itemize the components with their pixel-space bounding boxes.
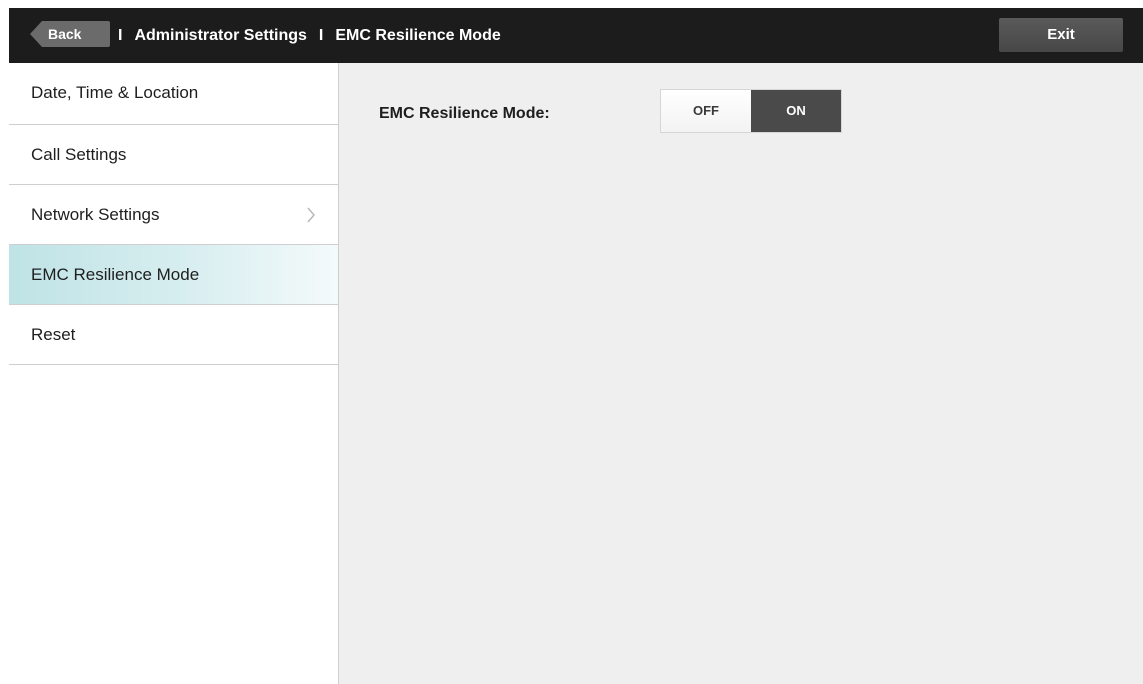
breadcrumb-separator: I	[318, 26, 324, 44]
back-button[interactable]: Back	[30, 21, 110, 47]
app-frame: Back I Administrator Settings I EMC Resi…	[9, 8, 1143, 684]
sidebar-item-label: Network Settings	[31, 204, 160, 224]
sidebar-item-label: Date, Time & Location	[31, 83, 199, 102]
sidebar-item-label: Reset	[31, 324, 76, 344]
breadcrumb: I Administrator Settings I EMC Resilienc…	[108, 8, 501, 63]
toggle-off-option[interactable]: OFF	[661, 90, 751, 132]
chevron-right-icon	[307, 207, 315, 222]
header-bar: Back I Administrator Settings I EMC Resi…	[9, 8, 1143, 63]
emc-resilience-mode-label: EMC Resilience Mode:	[379, 105, 550, 122]
sidebar: Date, Time & Location Call Settings Netw…	[9, 63, 339, 684]
breadcrumb-item-administrator-settings[interactable]: Administrator Settings	[134, 27, 306, 45]
breadcrumb-item-emc-resilience-mode: EMC Resilience Mode	[335, 26, 501, 44]
toggle-on-option[interactable]: ON	[751, 90, 841, 132]
emc-resilience-mode-toggle[interactable]: OFF ON	[661, 90, 841, 132]
breadcrumb-separator: I	[118, 26, 123, 44]
sidebar-item-emc-resilience-mode[interactable]: EMC Resilience Mode	[9, 245, 338, 305]
sidebar-item-call-settings[interactable]: Call Settings	[9, 125, 338, 185]
back-button-label: Back	[48, 26, 82, 42]
exit-button[interactable]: Exit	[999, 18, 1123, 52]
sidebar-item-reset[interactable]: Reset	[9, 305, 338, 365]
sidebar-item-date-time-location[interactable]: Date, Time & Location	[9, 63, 338, 125]
sidebar-item-label: EMC Resilience Mode	[31, 264, 200, 284]
sidebar-item-label: Call Settings	[31, 144, 127, 164]
sidebar-item-network-settings[interactable]: Network Settings	[9, 185, 338, 245]
